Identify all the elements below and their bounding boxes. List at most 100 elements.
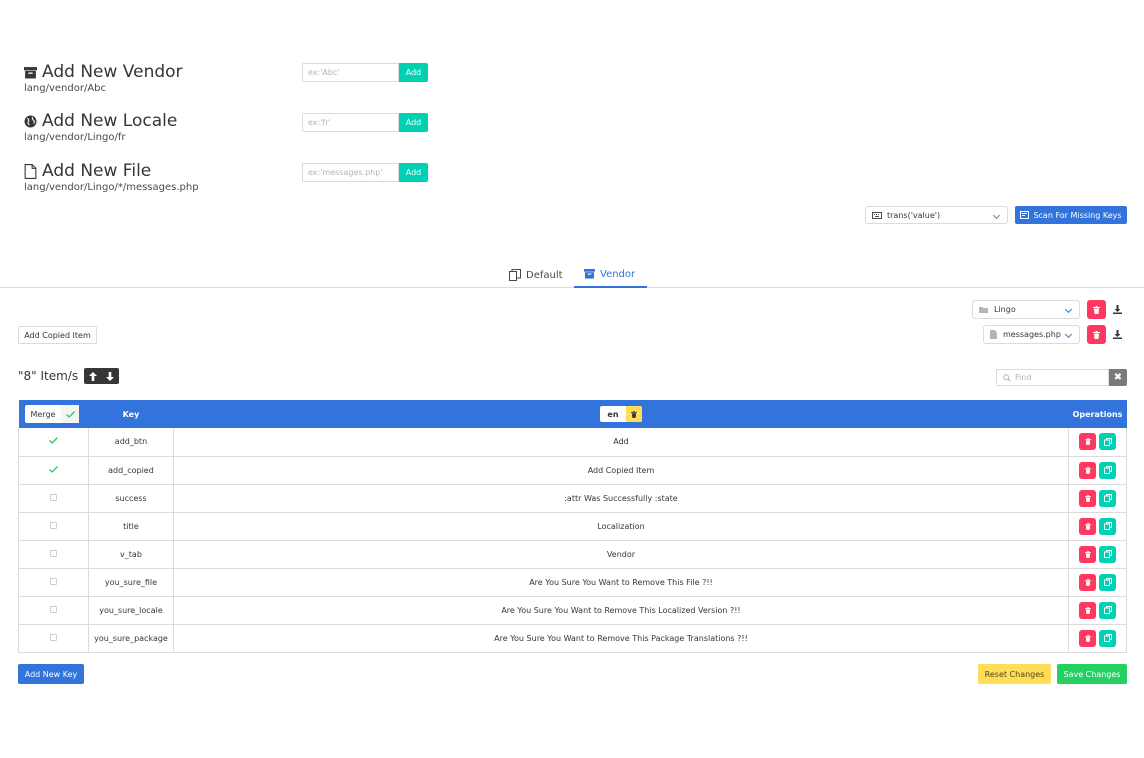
vendor-select[interactable]: Lingo [972,300,1080,319]
delete-row-button[interactable] [1079,461,1096,479]
delete-locale-button[interactable] [625,406,642,422]
row-checkbox[interactable] [49,633,57,641]
reset-changes-button[interactable]: Reset Changes [978,664,1051,684]
download-file-button[interactable] [1108,325,1127,344]
key-cell: add_btn [87,428,174,456]
merge-cell [18,624,89,652]
table-row: success:attr Was Successfully :state [18,484,1127,512]
table-row: v_tab Vendor [18,540,1127,568]
table-row: title Localization [18,512,1127,540]
copy-icon [1103,437,1112,446]
scan-missing-keys-button[interactable]: Scan For Missing Keys [1015,206,1127,224]
delete-row-button[interactable] [1079,573,1096,591]
value-cell[interactable]: Add [172,428,1070,456]
items-count-row: "8" Item/s [18,368,120,384]
delete-file-button[interactable] [1087,325,1106,344]
add-vendor-label: Add New Vendor [42,62,183,82]
tab-default[interactable]: Default [499,262,573,288]
add-copied-item-button[interactable]: Add Copied Item [18,326,97,344]
trash-icon [1084,606,1091,614]
merge-cell [18,484,89,512]
add-locale-button[interactable]: Add [399,113,428,132]
copy-row-button[interactable] [1099,545,1116,563]
value-cell[interactable]: :attr Was Successfully :state [172,484,1070,512]
row-checkbox[interactable] [49,605,57,613]
operations-cell [1068,540,1127,568]
value-cell[interactable]: Are You Sure You Want to Remove This Loc… [172,596,1070,624]
tab-default-label: Default [526,269,563,281]
row-checkbox[interactable] [49,493,57,501]
check-icon[interactable] [49,437,58,445]
merge-cell [18,512,89,540]
value-cell[interactable]: Are You Sure You Want to Remove This Fil… [172,568,1070,596]
arrow-up-icon[interactable] [89,371,98,381]
locale-input[interactable]: ex:'fr' [302,113,399,132]
delete-row-button[interactable] [1079,629,1096,647]
operations-cell [1068,456,1127,484]
save-changes-button[interactable]: Save Changes [1057,664,1127,684]
merge-toggle[interactable]: Merge [24,405,80,423]
file-select[interactable]: messages.php [983,325,1080,344]
copy-row-button[interactable] [1099,517,1116,535]
clear-search-button[interactable]: ✖ [1109,369,1127,386]
copy-icon [1103,578,1112,586]
delete-row-button[interactable] [1079,517,1096,535]
row-checkbox[interactable] [49,549,57,557]
trash-icon [1084,578,1091,586]
chevron-down-icon [1064,330,1073,339]
arrow-down-icon[interactable] [106,371,115,381]
check-icon[interactable] [49,465,58,473]
delete-row-button[interactable] [1079,433,1096,451]
add-file-path: lang/vendor/Lingo/*/messages.php [24,182,199,193]
merge-cell [18,596,89,624]
download-icon [1113,330,1122,339]
row-checkbox[interactable] [49,521,57,529]
check-icon [61,405,80,423]
trash-icon [1093,330,1100,339]
copy-row-button[interactable] [1099,461,1116,479]
delete-vendor-button[interactable] [1087,300,1106,319]
value-cell[interactable]: Localization [172,512,1070,540]
file-name-input[interactable]: ex:'messages.php' [302,163,399,182]
download-icon [1113,305,1122,314]
copy-row-button[interactable] [1099,433,1116,451]
copy-row-button[interactable] [1099,489,1116,507]
search-icon [1003,374,1011,382]
scan-method-select[interactable]: trans('value') [865,206,1008,224]
delete-row-button[interactable] [1079,489,1096,507]
operations-cell [1068,512,1127,540]
copy-row-button[interactable] [1099,629,1116,647]
delete-row-button[interactable] [1079,601,1096,619]
copy-row-button[interactable] [1099,601,1116,619]
add-vendor-path: lang/vendor/Abc [24,83,107,94]
value-cell[interactable]: Add Copied Item [172,456,1070,484]
add-file-form: ex:'messages.php' Add [302,163,428,182]
add-vendor-form: ex:'Abc' Add [302,63,428,82]
tab-vendor[interactable]: Vendor [574,262,647,288]
row-checkbox[interactable] [49,577,57,585]
operations-cell [1068,428,1127,456]
search-input[interactable]: Find [996,369,1109,386]
add-vendor-block: Add New Vendor lang/vendor/Abc [24,62,183,94]
tab-vendor-label: Vendor [600,268,636,280]
key-cell: you_sure_locale [87,596,174,624]
vendor-name-input[interactable]: ex:'Abc' [302,63,399,82]
search-placeholder: Find [1015,373,1032,382]
merge-cell [18,540,89,568]
add-vendor-button[interactable]: Add [399,63,428,82]
download-vendor-button[interactable] [1108,300,1127,319]
delete-row-button[interactable] [1079,545,1096,563]
folder-icon [979,307,988,313]
add-new-key-button[interactable]: Add New Key [18,664,84,684]
add-file-title: Add New File [24,161,199,181]
merge-label: Merge [30,409,56,419]
table-row: add_btn Add [18,428,1127,456]
table-row: you_sure_locale Are You Sure You Want to … [18,596,1127,624]
table-row: you_sure_package Are You Sure You Want to… [18,624,1127,652]
value-cell[interactable]: Vendor [172,540,1070,568]
add-locale-block: Add New Locale lang/vendor/Lingo/fr [24,111,177,143]
add-file-button[interactable]: Add [399,163,428,182]
value-cell[interactable]: Are You Sure You Want to Remove This Pac… [172,624,1070,652]
add-locale-path: lang/vendor/Lingo/fr [24,132,126,143]
copy-row-button[interactable] [1099,573,1116,591]
